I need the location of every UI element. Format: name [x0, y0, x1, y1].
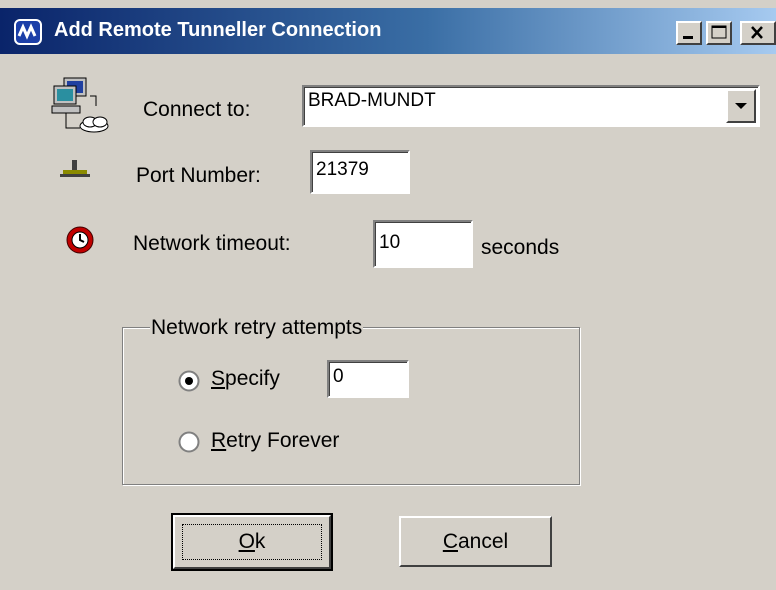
network-timeout-input[interactable]: 10 [373, 220, 473, 268]
close-icon [751, 26, 763, 39]
specify-label[interactable]: Specify [211, 367, 280, 391]
tunneller-app-icon [14, 19, 42, 45]
specify-label-accel: S [211, 367, 226, 390]
network-computer-icon [51, 77, 109, 133]
combobox-dropdown-button[interactable] [726, 89, 756, 123]
specify-radio[interactable] [178, 370, 200, 392]
retry-count-value: 0 [333, 366, 344, 387]
close-button[interactable] [740, 21, 776, 45]
connect-to-value: BRAD-MUNDT [308, 90, 436, 111]
window-title: Add Remote Tunneller Connection [54, 19, 382, 41]
clock-icon [66, 226, 94, 254]
ok-label-accel: O [238, 530, 255, 553]
connect-to-label: Connect to: [143, 98, 251, 121]
network-port-icon [60, 160, 90, 177]
cancel-label-accel: C [442, 530, 458, 553]
ok-button[interactable]: Ok [171, 513, 333, 571]
cancel-label-rest: ancel [457, 530, 509, 553]
specify-label-rest: pecify [225, 367, 280, 390]
ok-label-rest: k [254, 530, 266, 553]
retry-forever-radio[interactable] [178, 431, 200, 453]
retry-group-label: Network retry attempts [150, 316, 364, 340]
title-bar[interactable]: Add Remote Tunneller Connection [0, 8, 776, 54]
port-number-label: Port Number: [136, 164, 261, 187]
retry-group-box [122, 327, 580, 485]
cancel-button[interactable]: Cancel [399, 516, 552, 567]
ok-button-label: Ok [175, 530, 329, 554]
dialog-window: Add Remote Tunneller Connection Connect … [0, 0, 776, 590]
maximize-button[interactable] [706, 21, 732, 45]
port-number-value: 21379 [316, 159, 369, 180]
timeout-unit-label: seconds [481, 236, 560, 259]
port-number-input[interactable]: 21379 [310, 150, 410, 194]
retry-forever-label-accel: R [211, 429, 227, 452]
retry-forever-label-rest: etry Forever [226, 429, 340, 452]
connect-to-combobox[interactable]: BRAD-MUNDT [302, 85, 760, 127]
cancel-button-label: Cancel [401, 530, 550, 554]
retry-count-input[interactable]: 0 [327, 360, 409, 398]
minimize-button[interactable] [676, 21, 702, 45]
network-timeout-label: Network timeout: [133, 232, 291, 255]
retry-forever-label[interactable]: Retry Forever [211, 429, 339, 453]
chevron-down-icon [735, 103, 747, 109]
network-timeout-value: 10 [379, 232, 401, 253]
maximize-icon [711, 25, 727, 39]
minimize-icon [683, 36, 693, 39]
